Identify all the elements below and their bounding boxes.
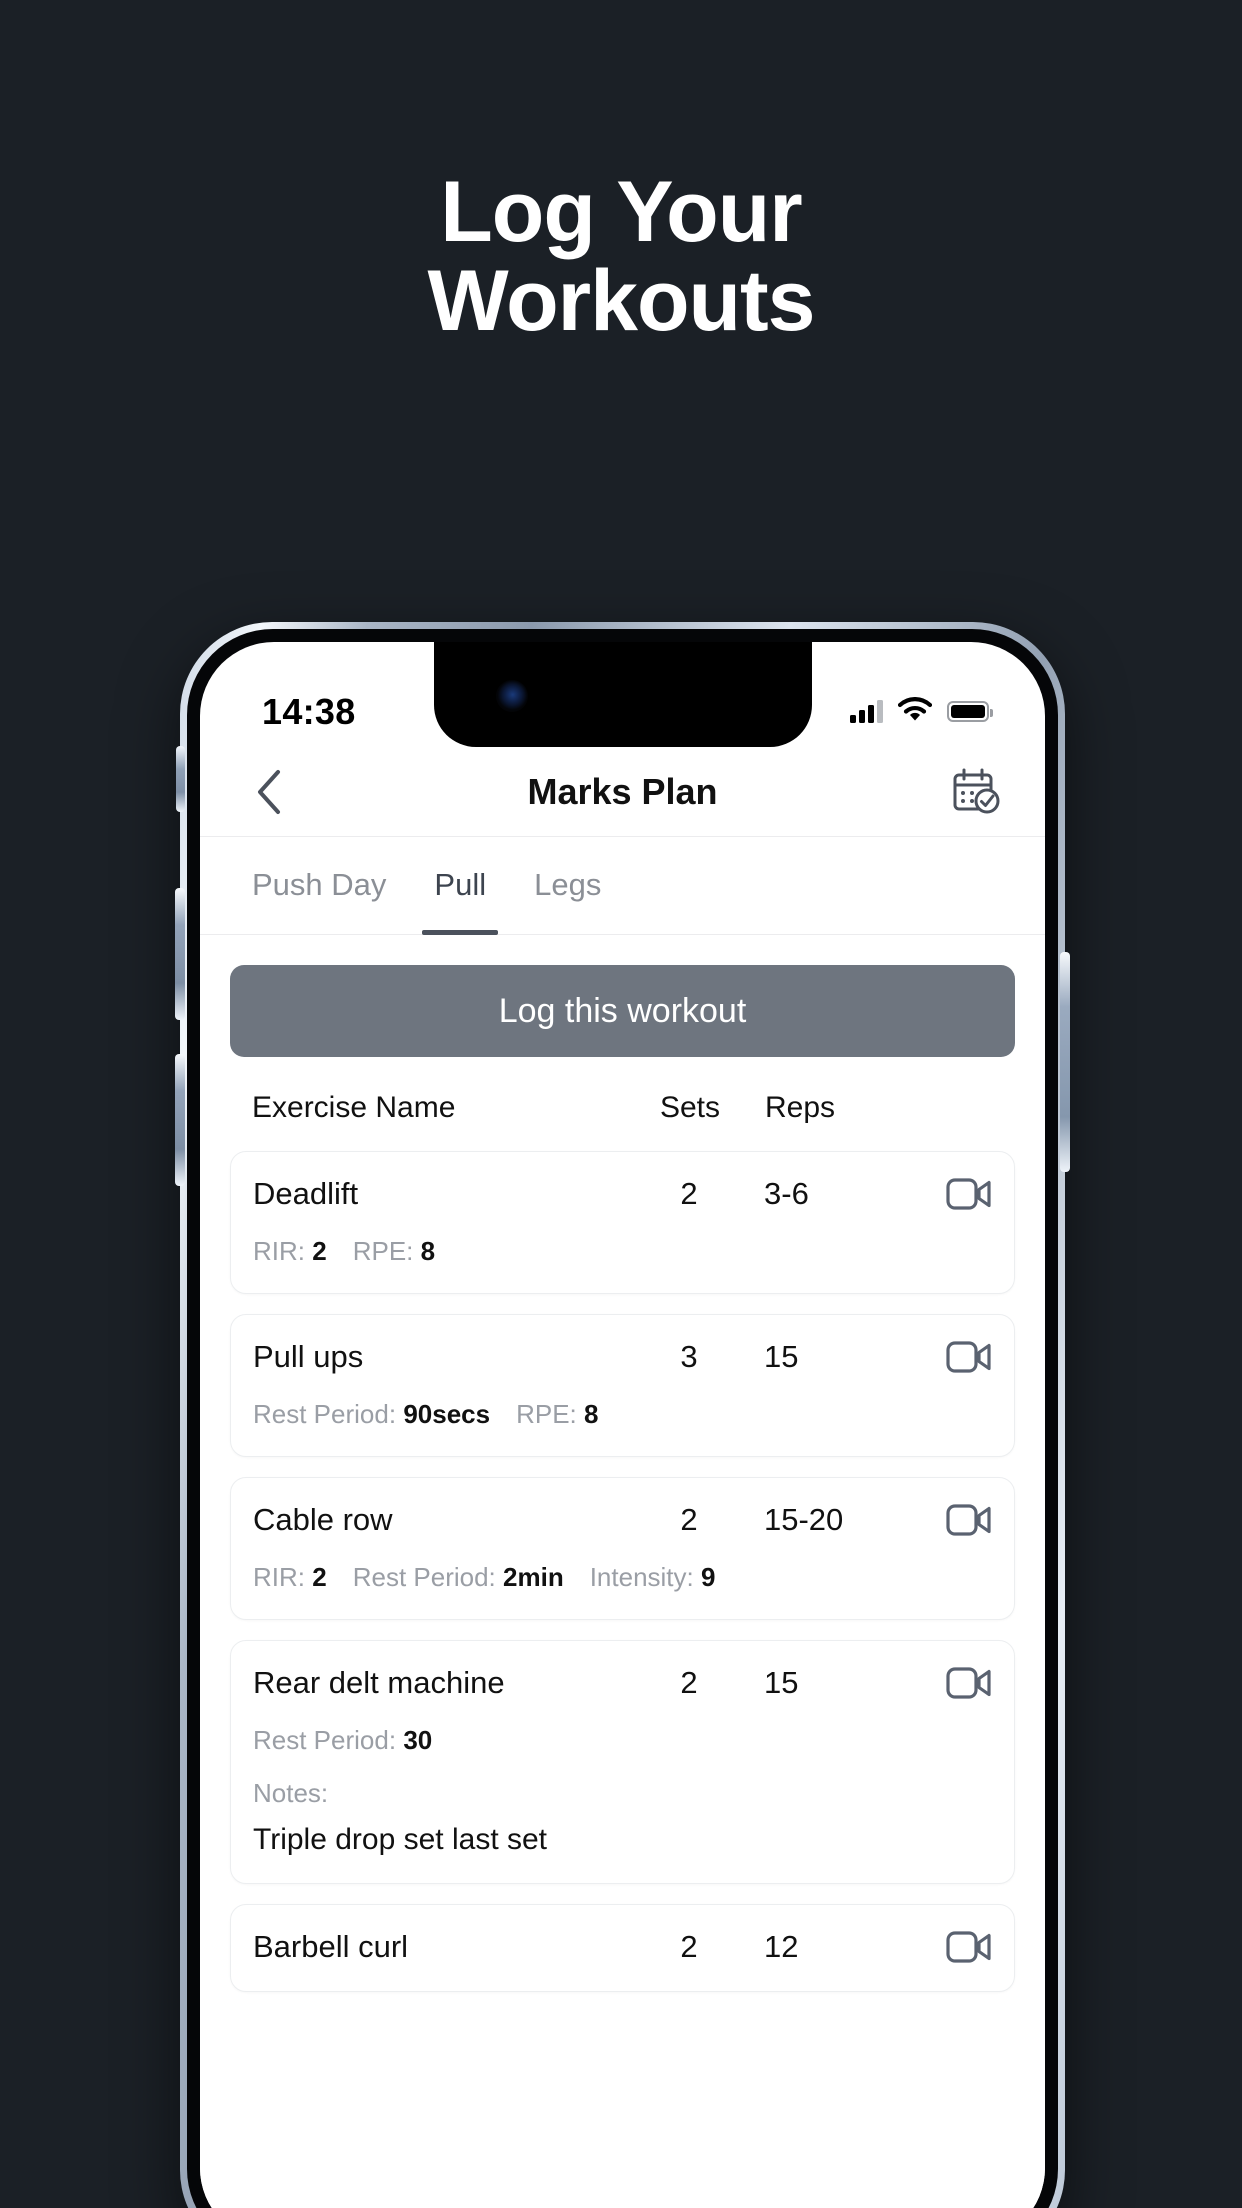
meta-value: 30 <box>403 1725 433 1755</box>
meta-value: 8 <box>584 1399 599 1429</box>
meta-item: Rest Period: 30 <box>253 1725 432 1756</box>
exercise-name: Cable row <box>253 1502 393 1537</box>
wifi-icon <box>897 696 933 727</box>
tab-pull[interactable]: Pull <box>410 859 510 935</box>
exercise-reps: 15 <box>764 1339 799 1374</box>
page-title: Marks Plan <box>527 770 718 812</box>
exercise-rows: Deadlift 2 3-6 RIR: 2 RPE: 8 Pull ups 3 15 Rest … <box>230 1151 1015 1992</box>
notes-text: Triple drop set last set <box>253 1823 548 1856</box>
meta-value: 8 <box>420 1236 436 1266</box>
table-row[interactable]: Cable row 2 15-20 RIR: 2 Rest Period: 2min In… <box>230 1477 1015 1620</box>
hero-headline-line-2: Workouts <box>427 252 816 349</box>
tab-legs[interactable]: Legs <box>510 859 625 935</box>
video-camera-icon[interactable] <box>900 1340 992 1374</box>
power-button[interactable] <box>1060 952 1070 1172</box>
exercise-meta: Rest Period: 30 <box>253 1725 992 1756</box>
status-icon-group <box>850 696 993 727</box>
exercise-main-line: Rear delt machine 2 15 <box>253 1665 992 1701</box>
exercise-main-line: Deadlift 2 3-6 <box>253 1176 992 1212</box>
exercise-name: Pull ups <box>253 1339 364 1374</box>
nav-bar: Marks Plan <box>200 747 1045 837</box>
video-camera-icon[interactable] <box>900 1666 992 1700</box>
meta-label: Intensity: <box>589 1562 694 1592</box>
exercise-sets: 3 <box>680 1339 698 1374</box>
hero-headline-line-1: Log Your <box>440 164 802 260</box>
column-header-sets: Sets <box>659 1091 721 1124</box>
meta-label: RPE: <box>516 1399 577 1429</box>
exercise-sets: 2 <box>680 1665 698 1700</box>
meta-item: Rest Period: 90secs <box>253 1399 490 1430</box>
exercise-meta: Rest Period: 90secs RPE: 8 <box>253 1399 992 1430</box>
exercise-meta: RIR: 2 RPE: 8 <box>253 1236 992 1267</box>
exercise-main-line: Pull ups 3 15 <box>253 1339 992 1375</box>
status-bar: 14:38 <box>200 642 1045 747</box>
log-workout-button[interactable]: Log this workout <box>230 965 1015 1057</box>
column-header-reps: Reps <box>765 1091 836 1124</box>
meta-item: Intensity: 9 <box>590 1562 716 1593</box>
table-row[interactable]: Rear delt machine 2 15 Rest Period: 30 Notes… <box>230 1640 1015 1884</box>
table-row[interactable]: Barbell curl 2 12 <box>230 1904 1015 1992</box>
silence-switch[interactable] <box>176 746 185 812</box>
video-camera-icon[interactable] <box>900 1930 992 1964</box>
meta-value: 2min <box>503 1562 564 1592</box>
hero-headline: Log Your Workouts <box>0 168 1242 345</box>
notes-label: Notes: <box>253 1778 329 1808</box>
phone-frame: 14:38 Marks Plan Push Day Pull Legs Log … <box>175 622 1070 2208</box>
column-header-exercise-name: Exercise Name <box>252 1091 456 1124</box>
meta-value: 90secs <box>403 1399 491 1429</box>
back-button[interactable] <box>240 763 298 821</box>
exercise-sets: 2 <box>680 1502 698 1537</box>
meta-label: RIR: <box>253 1236 305 1266</box>
exercise-reps: 15-20 <box>764 1502 844 1537</box>
meta-label: RPE: <box>352 1236 414 1266</box>
exercise-name: Barbell curl <box>253 1929 409 1964</box>
calendar-check-icon[interactable] <box>947 763 1005 821</box>
exercise-sets: 2 <box>680 1929 698 1964</box>
video-camera-icon[interactable] <box>900 1503 992 1537</box>
table-row[interactable]: Deadlift 2 3-6 RIR: 2 RPE: 8 <box>230 1151 1015 1294</box>
meta-item: RIR: 2 <box>253 1236 327 1267</box>
phone-bezel: 14:38 Marks Plan Push Day Pull Legs Log … <box>187 629 1058 2208</box>
exercise-list-panel: Log this workout Exercise Name Sets Reps… <box>200 935 1045 2208</box>
volume-up-button[interactable] <box>175 888 185 1020</box>
cellular-signal-icon <box>850 700 883 723</box>
meta-label: Rest Period: <box>253 1725 397 1755</box>
meta-item: RPE: 8 <box>516 1399 598 1430</box>
exercise-reps: 12 <box>764 1929 799 1964</box>
battery-full-icon <box>947 701 993 722</box>
exercise-reps: 15 <box>764 1665 799 1700</box>
exercise-name: Rear delt machine <box>253 1665 505 1700</box>
meta-value: 9 <box>701 1562 716 1592</box>
meta-label: Rest Period: <box>253 1399 397 1429</box>
meta-label: Rest Period: <box>352 1562 496 1592</box>
meta-value: 2 <box>312 1562 327 1592</box>
workout-day-tabs: Push Day Pull Legs <box>200 837 1045 935</box>
meta-item: Rest Period: 2min <box>353 1562 564 1593</box>
exercise-reps: 3-6 <box>764 1176 809 1211</box>
exercise-meta: RIR: 2 Rest Period: 2min Intensity: 9 <box>253 1562 992 1593</box>
tab-push-day[interactable]: Push Day <box>228 859 410 935</box>
phone-screen: 14:38 Marks Plan Push Day Pull Legs Log … <box>200 642 1045 2208</box>
table-header-row: Exercise Name Sets Reps <box>230 1057 1015 1151</box>
status-clock: 14:38 <box>262 690 356 732</box>
meta-value: 2 <box>312 1236 327 1266</box>
promo-screenshot: Log Your Workouts 14:38 Marks Plan Push … <box>0 0 1242 2208</box>
exercise-main-line: Barbell curl 2 12 <box>253 1929 992 1965</box>
exercise-name: Deadlift <box>253 1176 359 1211</box>
volume-down-button[interactable] <box>175 1054 185 1186</box>
exercise-main-line: Cable row 2 15-20 <box>253 1502 992 1538</box>
video-camera-icon[interactable] <box>900 1177 992 1211</box>
exercise-sets: 2 <box>680 1176 698 1211</box>
meta-label: RIR: <box>253 1562 305 1592</box>
table-row[interactable]: Pull ups 3 15 Rest Period: 90secs RPE: 8 <box>230 1314 1015 1457</box>
meta-item: RPE: 8 <box>353 1236 435 1267</box>
meta-item: RIR: 2 <box>253 1562 327 1593</box>
